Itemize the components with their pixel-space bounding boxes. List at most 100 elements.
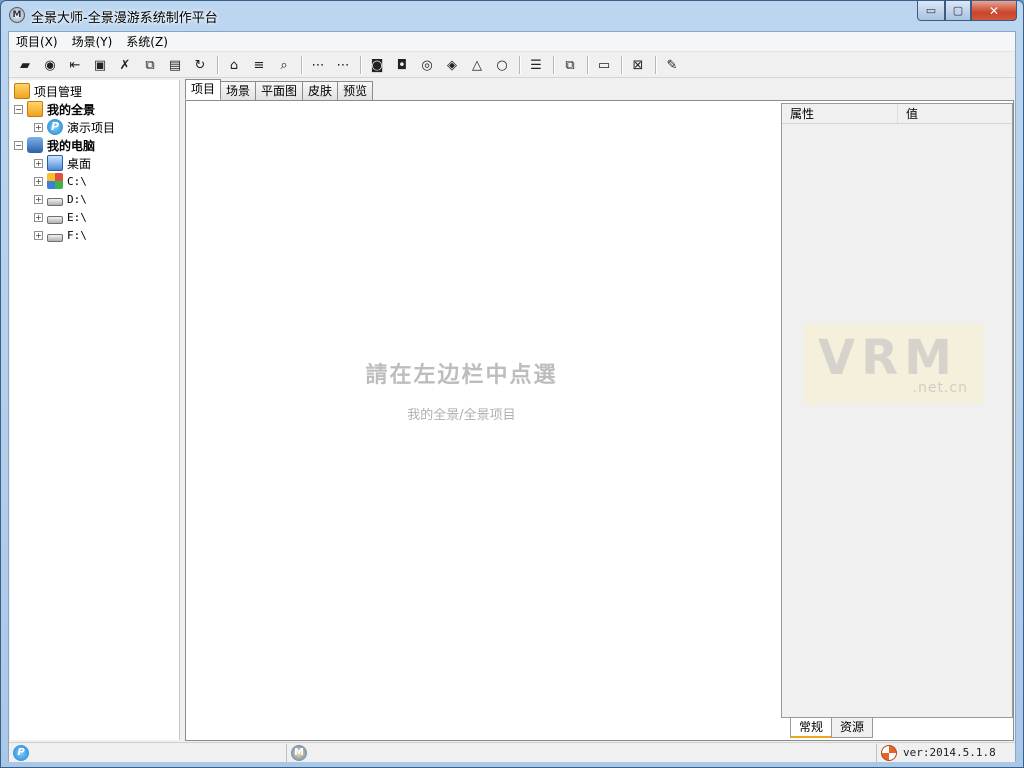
toolbar-separator <box>553 56 554 74</box>
tree-label: 演示项目 <box>67 120 116 135</box>
desktop-icon <box>47 155 63 171</box>
menu-project[interactable]: 项目(X) <box>9 32 65 52</box>
tree-item-project-manager[interactable]: 项目管理 <box>14 82 82 100</box>
paste-button[interactable]: ▤ <box>163 54 187 76</box>
help-lifebuoy-icon[interactable] <box>881 744 897 761</box>
tree-item-drive-e[interactable]: + E:\ <box>34 208 87 226</box>
vrm-watermark-logo: VRM .net.cn <box>804 324 984 404</box>
menu-system[interactable]: 系统(Z) <box>119 32 175 52</box>
paint-button[interactable]: △ <box>465 54 489 76</box>
tab-general[interactable]: 常规 <box>790 718 833 738</box>
save-button[interactable]: ▣ <box>88 54 112 76</box>
tree-label: 项目管理 <box>34 84 83 99</box>
window-icon: ⧉ <box>565 57 575 73</box>
pano-status-icon: P <box>13 744 29 761</box>
find-button[interactable]: ⌕ <box>272 54 296 76</box>
tab-skin[interactable]: 皮肤 <box>302 81 339 100</box>
toolbar-separator <box>519 56 520 74</box>
layers-button[interactable]: ◈ <box>440 54 464 76</box>
expand-icon[interactable]: + <box>34 212 43 222</box>
split-icon: ⋯ <box>311 57 325 73</box>
camera-button[interactable]: ◙ <box>365 54 389 76</box>
column-header-property[interactable]: 属性 <box>782 104 898 123</box>
publish-button[interactable]: ⊠ <box>626 54 650 76</box>
minimize-button[interactable]: ▭ <box>917 1 945 21</box>
toolbar: ▰ ◉ ⇤ ▣ ✗ ⧉ ▤ ↻ ⌂ ≡ ⌕ ⋯ ⋯ ◙ ◘ ◎ ◈ △ ○ ☰ ⧉ ▭ ⊠ ✎ <box>9 53 1015 78</box>
split-button[interactable]: ⋯ <box>306 54 330 76</box>
home-icon: ⌂ <box>229 57 239 73</box>
copy-button[interactable]: ⧉ <box>138 54 162 76</box>
new-project-button[interactable]: ▰ <box>13 54 37 76</box>
save-icon: ▣ <box>93 57 107 73</box>
tab-project[interactable]: 项目 <box>185 79 222 100</box>
pano-icon: ◉ <box>44 57 56 73</box>
tree-item-demo-project[interactable]: + P 演示项目 <box>34 118 115 136</box>
menu-bar: 项目(X) 场景(Y) 系统(Z) <box>9 32 1015 52</box>
expand-icon[interactable]: + <box>34 176 43 186</box>
edit-icon: ✎ <box>666 57 678 73</box>
app-logo-icon[interactable]: M <box>9 7 25 23</box>
edit-button[interactable]: ✎ <box>660 54 684 76</box>
tree-label: D:\ <box>67 192 87 206</box>
app-status-icon: M <box>291 744 307 761</box>
tree-item-desktop[interactable]: + 桌面 <box>34 154 91 172</box>
tab-scene[interactable]: 场景 <box>220 81 257 100</box>
empty-hint-title: 請在左边栏中点選 <box>365 362 558 388</box>
project-tree[interactable]: 项目管理 − 我的全景 + P 演示项目 − 我的电脑 + 桌面 + C:\ +… <box>10 80 180 740</box>
title-bar[interactable]: M 全景大师-全景漫游系统制作平台 ▭ ▢ ✕ <box>1 1 1023 31</box>
refresh-button[interactable]: ↻ <box>188 54 212 76</box>
merge-button[interactable]: ⋯ <box>331 54 355 76</box>
tab-floorplan[interactable]: 平面图 <box>255 81 304 100</box>
pano-button[interactable]: ◉ <box>38 54 62 76</box>
close-icon: ✕ <box>988 3 1000 18</box>
column-header-value[interactable]: 值 <box>898 104 918 123</box>
transition-button[interactable]: ▭ <box>592 54 616 76</box>
window-button[interactable]: ⧉ <box>558 54 582 76</box>
toolbar-separator <box>587 56 588 74</box>
list-icon: ≡ <box>253 57 265 73</box>
status-bar: P M ver:2014.5.1.8 <box>9 742 1015 762</box>
toolbar-separator <box>301 56 302 74</box>
expand-icon[interactable]: + <box>34 158 43 168</box>
system-drive-icon <box>47 173 63 189</box>
tree-item-drive-f[interactable]: + F:\ <box>34 226 87 244</box>
circle-button[interactable]: ○ <box>490 54 514 76</box>
close-button[interactable]: ✕ <box>971 1 1017 21</box>
pano-project-icon: P <box>47 119 63 135</box>
find-icon: ⌕ <box>280 57 288 73</box>
tree-label: 我的电脑 <box>47 138 96 153</box>
logo-domain: .net.cn <box>912 380 968 396</box>
camera-lock-button[interactable]: ◘ <box>390 54 414 76</box>
home-button[interactable]: ⌂ <box>222 54 246 76</box>
tree-label: 桌面 <box>67 156 92 171</box>
camera-lock-icon: ◘ <box>396 57 408 73</box>
properties-header: 属性 值 <box>782 104 1012 124</box>
status-cell-middle: M <box>287 743 877 762</box>
logo-text: VRM <box>818 330 958 386</box>
transition-icon: ▭ <box>597 57 611 73</box>
expand-icon[interactable]: + <box>34 230 43 240</box>
delete-button[interactable]: ✗ <box>113 54 137 76</box>
layers-icon: ◈ <box>447 57 457 73</box>
expand-icon[interactable]: + <box>34 122 43 132</box>
toolbar-separator <box>655 56 656 74</box>
tab-resources[interactable]: 资源 <box>831 718 874 738</box>
camera-next-button[interactable]: ◎ <box>415 54 439 76</box>
properties-button[interactable]: ☰ <box>524 54 548 76</box>
maximize-button[interactable]: ▢ <box>945 1 971 21</box>
menu-scene[interactable]: 场景(Y) <box>65 32 120 52</box>
collapse-icon[interactable]: − <box>14 140 23 150</box>
delete-icon: ✗ <box>119 57 131 73</box>
tree-item-my-computer[interactable]: − 我的电脑 <box>14 136 95 154</box>
tree-label: C:\ <box>67 174 87 188</box>
tab-preview[interactable]: 预览 <box>337 81 374 100</box>
import-button[interactable]: ⇤ <box>63 54 87 76</box>
tree-item-my-panoramas[interactable]: − 我的全景 <box>14 100 95 118</box>
collapse-icon[interactable]: − <box>14 104 23 114</box>
tree-item-drive-c[interactable]: + C:\ <box>34 172 87 190</box>
publish-icon: ⊠ <box>632 57 644 73</box>
toolbar-separator <box>217 56 218 74</box>
tree-item-drive-d[interactable]: + D:\ <box>34 190 87 208</box>
expand-icon[interactable]: + <box>34 194 43 204</box>
list-button[interactable]: ≡ <box>247 54 271 76</box>
